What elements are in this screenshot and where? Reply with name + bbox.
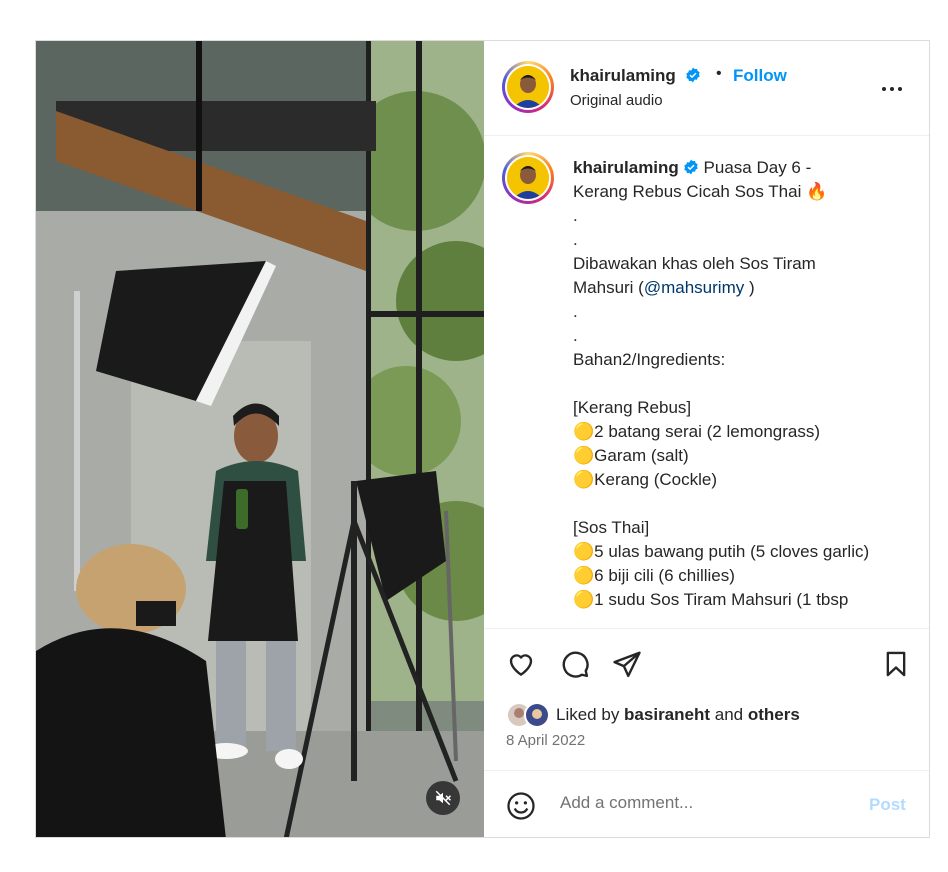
post-video[interactable] [36, 41, 484, 837]
caption-area[interactable]: khairulaming Puasa Day 6 - Kerang Rebus … [484, 136, 929, 628]
caption-body-rest: ) . . Bahan2/Ingredients: [Kerang Rebus]… [573, 278, 870, 609]
caption-text: khairulaming Puasa Day 6 - Kerang Rebus … [573, 156, 873, 612]
avatar[interactable] [502, 61, 554, 113]
mention-link[interactable]: @mahsurimy [644, 278, 744, 297]
caption-username[interactable]: khairulaming [573, 158, 679, 177]
post-comment-button[interactable]: Post [869, 795, 906, 815]
original-audio-link[interactable]: Original audio [570, 92, 663, 109]
bookmark-icon[interactable] [882, 649, 910, 679]
liked-mid: and [710, 705, 748, 724]
post-date[interactable]: 8 April 2022 [506, 732, 585, 749]
post-side-panel: khairulaming • Follow Original audio kha… [484, 41, 929, 837]
emoji-icon[interactable] [506, 791, 536, 821]
liker-avatar-image [526, 704, 548, 726]
liked-user-link[interactable]: basiraneht [624, 705, 710, 724]
muted-speaker-icon [435, 790, 452, 806]
share-icon[interactable] [612, 649, 642, 679]
post-header: khairulaming • Follow Original audio [484, 41, 929, 136]
caption-avatar-image [507, 157, 549, 199]
liked-by-row: Liked by basiraneht and others [506, 701, 800, 729]
mute-button[interactable] [426, 781, 460, 815]
verified-badge-icon [685, 67, 700, 83]
follow-button[interactable]: Follow [733, 66, 787, 86]
verified-badge-icon [684, 159, 698, 175]
avatar-image [507, 66, 549, 108]
header-username[interactable]: khairulaming [570, 66, 676, 85]
separator-dot: • [716, 65, 722, 82]
comment-icon[interactable] [560, 649, 590, 679]
liker-avatar[interactable] [524, 702, 550, 728]
more-horizontal-icon[interactable] [880, 77, 904, 101]
liked-others-link[interactable]: others [748, 705, 800, 724]
heart-icon[interactable] [506, 649, 536, 679]
liked-by-text: Liked by basiraneht and others [556, 705, 800, 725]
action-bar: Liked by basiraneht and others 8 April 2… [484, 628, 929, 773]
comment-bar: Post [484, 770, 929, 837]
caption-avatar[interactable] [502, 152, 554, 204]
video-frame [36, 41, 484, 837]
liked-prefix: Liked by [556, 705, 625, 724]
header-username-wrap[interactable]: khairulaming [570, 66, 701, 86]
caption-body: Puasa Day 6 - Kerang Rebus Cicah Sos Tha… [573, 158, 828, 297]
comment-input[interactable] [560, 793, 840, 813]
instagram-post: khairulaming • Follow Original audio kha… [35, 40, 930, 838]
